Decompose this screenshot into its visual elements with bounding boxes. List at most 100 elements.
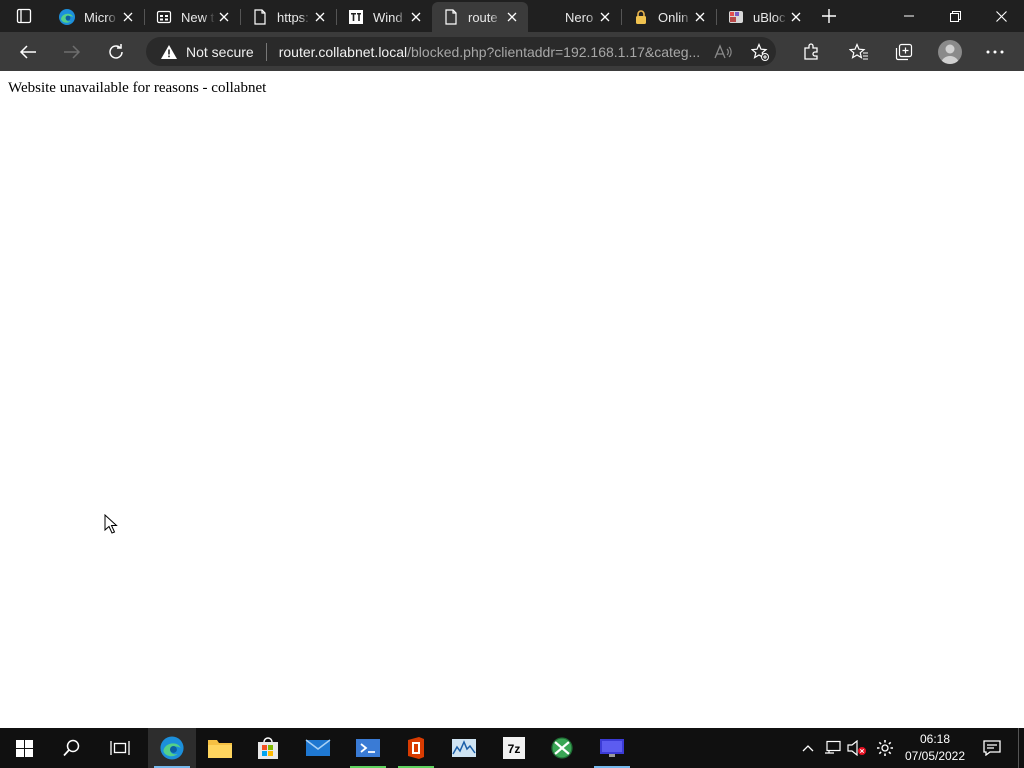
newtab-icon [155, 8, 173, 26]
settings-more-button[interactable] [981, 38, 1009, 66]
mail-icon [305, 739, 331, 756]
taskbar-edge[interactable] [148, 728, 196, 768]
new-tab-button[interactable] [818, 5, 840, 27]
tab-microsoft[interactable]: Micro [48, 2, 144, 32]
close-icon [995, 10, 1007, 22]
volume-tray-icon[interactable] [846, 728, 868, 768]
tab-https[interactable]: https: [241, 2, 336, 32]
volume-muted-icon [847, 740, 866, 756]
extensions-button[interactable] [797, 38, 825, 66]
edge-icon [58, 8, 76, 26]
address-separator [265, 42, 267, 61]
tab-actions-button[interactable] [6, 4, 42, 28]
tab-title: New t [181, 9, 215, 25]
folder-icon [208, 740, 232, 758]
browser-toolbar: Not secure router.collabnet.local/blocke… [0, 32, 1024, 71]
clock-time: 06:18 [919, 732, 951, 746]
tab-title: uBloc [753, 9, 786, 25]
forward-button[interactable] [58, 38, 86, 66]
network-tray-icon[interactable] [822, 728, 844, 768]
tab-close-icon[interactable] [120, 9, 136, 25]
url-path[interactable]: /blocked.php?clientaddr=192.168.1.17&cat… [407, 44, 700, 60]
url-host[interactable]: router.collabnet.local [279, 44, 407, 60]
taskbar-mail[interactable] [294, 728, 342, 768]
7zip-icon: 7z [503, 737, 525, 759]
taskbar-file-explorer[interactable] [196, 728, 244, 768]
network-icon [825, 740, 841, 754]
tab-close-icon[interactable] [788, 9, 804, 25]
show-desktop-button[interactable] [1018, 728, 1024, 768]
restore-icon [949, 10, 961, 22]
blocked-message: Website unavailable for reasons - collab… [8, 80, 267, 96]
add-favorite-icon[interactable] [751, 43, 769, 61]
page-icon [442, 8, 460, 26]
page-content: Website unavailable for reasons - collab… [0, 71, 1024, 728]
taskbar-visual-studio[interactable] [344, 728, 392, 768]
taskbar-7zip[interactable]: 7z [490, 728, 538, 768]
profile-avatar[interactable] [938, 40, 962, 64]
tab-online[interactable]: Onlin [622, 2, 716, 32]
tab-close-icon[interactable] [312, 9, 328, 25]
start-button[interactable] [0, 728, 48, 768]
restore-button[interactable] [932, 0, 978, 32]
search-button[interactable] [48, 728, 96, 768]
forward-arrow-icon [64, 45, 81, 59]
back-button[interactable] [14, 38, 42, 66]
it-icon [347, 8, 365, 26]
tab-title: Onlin [658, 9, 689, 25]
close-window-button[interactable] [978, 0, 1024, 32]
collections-icon [895, 43, 913, 61]
monitor-icon [600, 739, 624, 757]
minimize-icon [904, 15, 914, 17]
settings-tray-icon[interactable] [873, 728, 897, 768]
tab-nero[interactable]: Nero [529, 2, 621, 32]
page-icon [251, 8, 269, 26]
resource-monitor-icon [452, 739, 476, 757]
tab-close-icon[interactable] [408, 9, 424, 25]
search-icon [63, 739, 80, 757]
tab-ublock[interactable]: uBloc [717, 2, 812, 32]
windows-icon [15, 739, 33, 757]
edge-icon [160, 736, 184, 760]
taskbar-resource-monitor[interactable] [440, 728, 488, 768]
store-icon [258, 737, 278, 759]
security-label[interactable]: Not secure [186, 44, 254, 60]
lock-icon [632, 8, 650, 26]
tab-close-icon[interactable] [597, 9, 613, 25]
tab-windows[interactable]: Wind [337, 2, 432, 32]
favorites-button[interactable] [845, 38, 873, 66]
tab-title: Micro [84, 9, 116, 25]
read-aloud-icon[interactable] [714, 43, 732, 61]
notification-icon [983, 740, 1001, 756]
puzzle-icon [804, 43, 818, 60]
tab-router[interactable]: route [432, 2, 528, 32]
person-icon [941, 44, 959, 64]
tab-close-icon[interactable] [692, 9, 708, 25]
favorites-icon [849, 43, 868, 60]
taskbar-green-app[interactable] [538, 728, 586, 768]
show-hidden-icons-button[interactable] [798, 728, 818, 768]
nero-icon [539, 8, 557, 26]
minimize-button[interactable] [886, 0, 932, 32]
refresh-icon [109, 44, 123, 59]
task-view-button[interactable] [96, 728, 144, 768]
refresh-button[interactable] [102, 38, 130, 66]
tab-close-icon[interactable] [216, 9, 232, 25]
warning-icon[interactable] [160, 43, 178, 61]
taskbar-remote-desktop[interactable] [588, 728, 636, 768]
clock-date: 07/05/2022 [904, 749, 966, 763]
taskbar-office[interactable] [392, 728, 440, 768]
tab-strip: Micro New t https: Wind route Nero Onlin… [0, 0, 1024, 32]
chevron-up-icon [802, 745, 814, 752]
collections-button[interactable] [890, 38, 918, 66]
action-center-button[interactable] [980, 728, 1004, 768]
tab-new-tab[interactable]: New t [145, 2, 240, 32]
taskbar-store[interactable] [244, 728, 292, 768]
address-bar[interactable]: Not secure router.collabnet.local/blocke… [146, 37, 776, 66]
taskbar: 7z 06:18 07/05/2022 [0, 728, 1024, 768]
globe-tool-icon [551, 737, 573, 759]
tab-title: route [468, 9, 498, 25]
clock[interactable]: 06:18 07/05/2022 [900, 731, 970, 765]
tab-close-icon[interactable] [504, 9, 520, 25]
back-arrow-icon [19, 45, 36, 59]
